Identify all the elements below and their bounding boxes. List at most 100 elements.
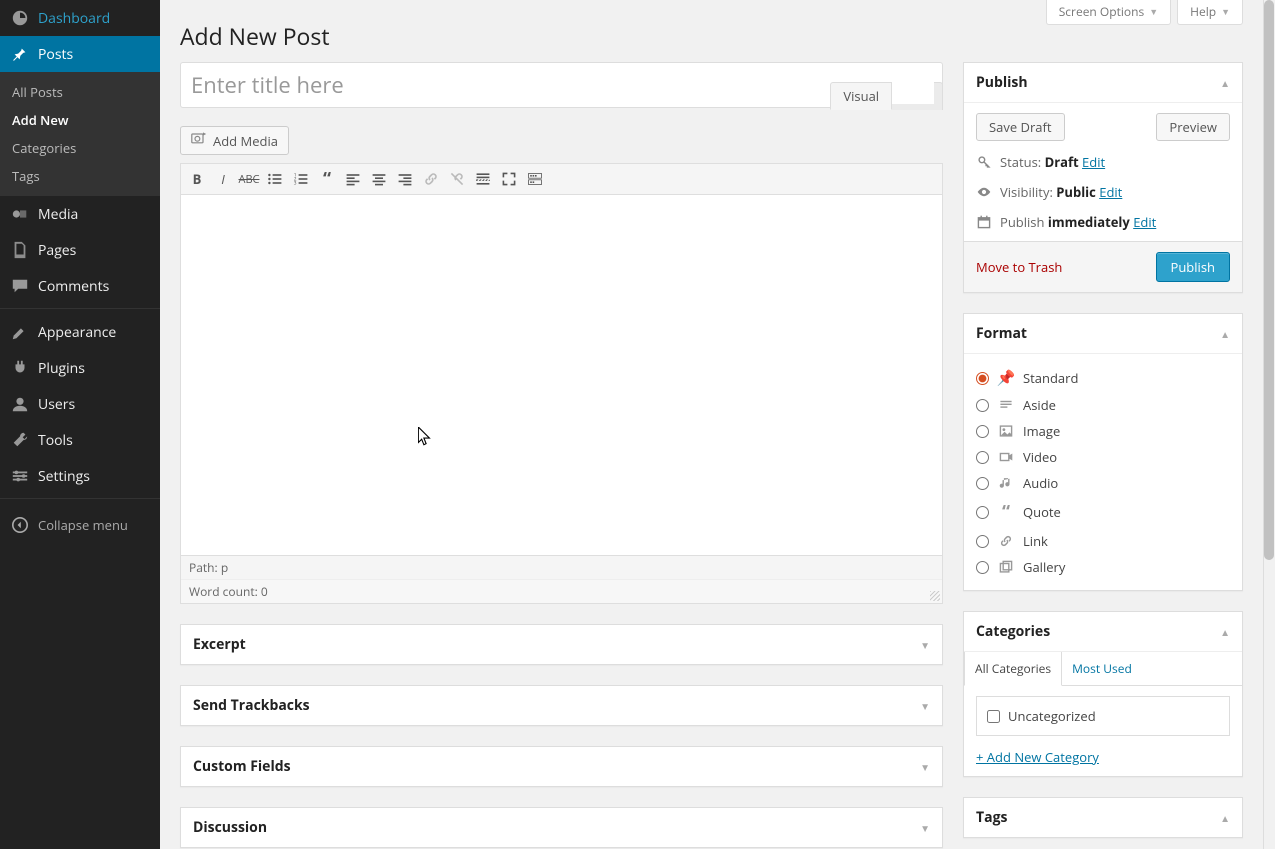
metabox-custom-fields: Custom Fields▼ [180, 746, 943, 787]
menu-dashboard[interactable]: Dashboard [0, 0, 160, 36]
gallery-icon [997, 560, 1015, 574]
metabox-toggle[interactable]: Discussion▼ [181, 808, 942, 847]
pin-icon: 📌 [997, 368, 1015, 388]
editor-content[interactable] [181, 195, 942, 555]
menu-media[interactable]: Media [0, 196, 160, 232]
format-image[interactable]: Image [976, 418, 1230, 444]
add-new-category-link[interactable]: + Add New Category [976, 748, 1230, 766]
numbered-list-button[interactable]: 123 [289, 167, 313, 191]
editor-path: Path: p [181, 555, 942, 579]
format-aside[interactable]: Aside [976, 392, 1230, 418]
bullet-list-button[interactable] [263, 167, 287, 191]
chevron-down-icon: ▼ [920, 638, 930, 652]
metabox-trackbacks: Send Trackbacks▼ [180, 685, 943, 726]
editor-container: B I ABC 123 “ Path: p Word [180, 163, 943, 604]
collapse-menu[interactable]: Collapse menu [0, 507, 160, 543]
format-gallery[interactable]: Gallery [976, 554, 1230, 580]
menu-users[interactable]: Users [0, 386, 160, 422]
tab-all-categories[interactable]: All Categories [964, 652, 1062, 686]
categories-heading[interactable]: Categories▲ [964, 612, 1242, 651]
pages-icon [10, 240, 30, 260]
menu-label: Settings [38, 467, 90, 486]
unlink-button[interactable] [445, 167, 469, 191]
metabox-toggle[interactable]: Excerpt▼ [181, 625, 942, 664]
menu-label: Appearance [38, 323, 116, 342]
appearance-icon [10, 322, 30, 342]
preview-button[interactable]: Preview [1156, 113, 1230, 141]
metabox-toggle[interactable]: Custom Fields▼ [181, 747, 942, 786]
edit-visibility-link[interactable]: Edit [1099, 183, 1122, 201]
tags-heading[interactable]: Tags▲ [964, 798, 1242, 837]
tools-icon [10, 430, 30, 450]
category-tabs: All Categories Most Used [964, 652, 1242, 686]
dashboard-icon [10, 8, 30, 28]
tab-most-used[interactable]: Most Used [1062, 652, 1142, 685]
calendar-icon [976, 215, 992, 229]
format-standard[interactable]: 📌Standard [976, 364, 1230, 392]
sub-tags[interactable]: Tags [0, 162, 160, 190]
fullscreen-button[interactable] [497, 167, 521, 191]
key-icon [976, 155, 992, 169]
menu-comments[interactable]: Comments [0, 268, 160, 304]
chevron-down-icon: ▼ [920, 760, 930, 774]
italic-button[interactable]: I [211, 167, 235, 191]
strikethrough-button[interactable]: ABC [237, 167, 261, 191]
metabox-toggle[interactable]: Send Trackbacks▼ [181, 686, 942, 725]
menu-tools[interactable]: Tools [0, 422, 160, 458]
format-audio[interactable]: Audio [976, 470, 1230, 496]
align-center-button[interactable] [367, 167, 391, 191]
menu-posts[interactable]: Posts [0, 36, 160, 72]
visibility-row: Visibility: Public Edit [976, 183, 1230, 201]
menu-appearance[interactable]: Appearance [0, 314, 160, 350]
edit-status-link[interactable]: Edit [1082, 153, 1105, 171]
insert-more-button[interactable] [471, 167, 495, 191]
bold-button[interactable]: B [185, 167, 209, 191]
settings-icon [10, 466, 30, 486]
publish-button[interactable]: Publish [1156, 252, 1230, 282]
sub-all-posts[interactable]: All Posts [0, 78, 160, 106]
editor-word-count: Word count: 0 [181, 579, 942, 603]
chevron-up-icon: ▲ [1220, 811, 1230, 825]
tab-visual[interactable]: Visual [830, 82, 892, 110]
menu-label: Comments [38, 277, 109, 296]
format-heading[interactable]: Format▲ [964, 314, 1242, 353]
aside-icon [997, 398, 1015, 412]
screen-meta-tabs: Screen Options▼ Help▼ [1046, 0, 1243, 25]
collapse-icon [10, 515, 30, 535]
blockquote-button[interactable]: “ [315, 167, 339, 191]
sub-add-new[interactable]: Add New [0, 106, 160, 134]
metabox-excerpt: Excerpt▼ [180, 624, 943, 665]
screen-options-tab[interactable]: Screen Options▼ [1046, 0, 1171, 25]
sub-categories[interactable]: Categories [0, 134, 160, 162]
align-right-button[interactable] [393, 167, 417, 191]
scrollbar-thumb[interactable] [1264, 0, 1274, 560]
kitchen-sink-button[interactable] [523, 167, 547, 191]
svg-text:3: 3 [294, 181, 297, 187]
help-tab[interactable]: Help▼ [1177, 0, 1243, 25]
pin-icon [10, 44, 30, 64]
editor-toolbar: B I ABC 123 “ [181, 164, 942, 195]
chevron-up-icon: ▲ [1220, 625, 1230, 639]
menu-pages[interactable]: Pages [0, 232, 160, 268]
chevron-down-icon: ▼ [1221, 5, 1230, 18]
metabox-discussion: Discussion▼ [180, 807, 943, 848]
menu-settings[interactable]: Settings [0, 458, 160, 494]
format-link[interactable]: Link [976, 528, 1230, 554]
move-to-trash-link[interactable]: Move to Trash [976, 258, 1062, 276]
menu-plugins[interactable]: Plugins [0, 350, 160, 386]
align-left-button[interactable] [341, 167, 365, 191]
publish-heading[interactable]: Publish▲ [964, 63, 1242, 102]
link-button[interactable] [419, 167, 443, 191]
image-icon [997, 424, 1015, 438]
scrollbar-track[interactable] [1263, 0, 1275, 849]
format-quote[interactable]: “Quote [976, 496, 1230, 528]
category-uncategorized[interactable]: Uncategorized [987, 707, 1219, 725]
menu-label: Media [38, 205, 78, 224]
format-video[interactable]: Video [976, 444, 1230, 470]
menu-label: Tools [38, 431, 73, 450]
format-box: Format▲ 📌Standard Aside Image Video Audi… [963, 313, 1243, 591]
edit-schedule-link[interactable]: Edit [1133, 213, 1156, 231]
add-media-button[interactable]: Add Media [180, 126, 289, 155]
post-title-input[interactable] [189, 66, 934, 104]
save-draft-button[interactable]: Save Draft [976, 113, 1065, 141]
